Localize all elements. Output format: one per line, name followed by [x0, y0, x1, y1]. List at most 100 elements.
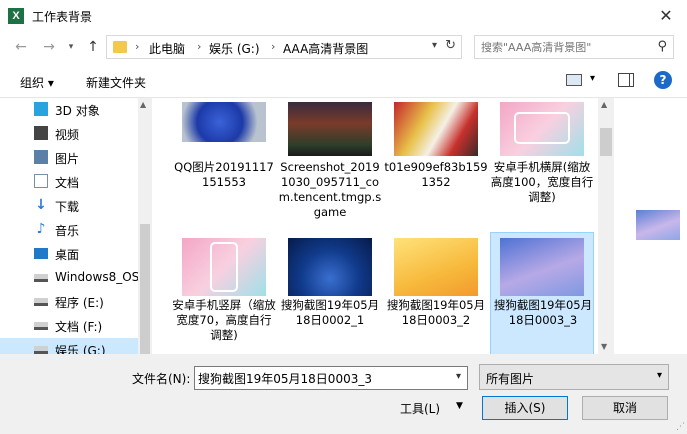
file-tile[interactable]: QQ图片20191117151553: [172, 98, 276, 222]
drive-icon: [34, 346, 48, 354]
download-icon: ↓: [35, 197, 47, 213]
help-icon[interactable]: ?: [654, 71, 672, 89]
file-list: QQ图片20191117151553 Screenshot_20191030_0…: [152, 98, 598, 354]
refresh-icon[interactable]: ↻: [445, 38, 456, 53]
drive-icon: [34, 274, 48, 282]
thumbnail-purple-wave: [500, 238, 584, 296]
recent-locations-icon[interactable]: ▾: [62, 38, 80, 56]
scroll-down-icon[interactable]: ▼: [601, 342, 607, 351]
file-name: 安卓手机竖屏（缩放宽度70，高度自行调整): [172, 298, 276, 342]
search-input[interactable]: [481, 37, 651, 57]
up-arrow-icon[interactable]: ↑: [84, 38, 102, 56]
thumbnail-pink-phone-portrait: [182, 238, 266, 296]
resize-grip-icon[interactable]: ⋰: [676, 422, 685, 432]
filetype-select[interactable]: 所有图片 ▾: [479, 364, 669, 390]
preview-pane-icon[interactable]: [618, 73, 634, 87]
phone-frame-shape: [210, 242, 238, 292]
insert-button[interactable]: 插入(S): [482, 396, 568, 420]
sidebar-item-3d-objects[interactable]: 3D 对象: [0, 98, 138, 122]
preview-image: [636, 210, 680, 240]
close-button[interactable]: ✕: [655, 5, 677, 27]
cube-icon: [34, 102, 48, 116]
file-name: 搜狗截图19年05月18日0002_1: [280, 298, 380, 327]
chevron-right-icon: ›: [271, 40, 276, 53]
filename-field[interactable]: ▾: [194, 366, 468, 390]
navigation-bar: ← → ▾ ↑ › 此电脑 › 娱乐 (G:) › AAA高清背景图 ▾ ↻ ⚲: [0, 32, 687, 62]
chevron-down-icon[interactable]: ▾: [456, 371, 461, 382]
chevron-right-icon: ›: [135, 40, 140, 53]
file-tile[interactable]: 搜狗截图19年05月18日0002_1: [278, 234, 382, 354]
file-list-scrollbar-thumb[interactable]: [600, 128, 612, 156]
breadcrumb-drive-g[interactable]: 娱乐 (G:): [209, 40, 260, 57]
sidebar-item-documents[interactable]: 文档: [0, 170, 138, 194]
picture-icon: [34, 150, 48, 164]
thumbnail-blue-rose: [182, 102, 266, 142]
scroll-up-icon[interactable]: ▲: [601, 100, 607, 109]
filetype-value: 所有图片: [486, 372, 535, 386]
back-arrow-icon[interactable]: ←: [12, 38, 30, 56]
file-tile[interactable]: t01e909ef83b1591352: [384, 98, 488, 222]
thumbnail-pink-phone-landscape: [500, 102, 584, 156]
chevron-down-icon: ▾: [656, 370, 662, 381]
file-tile[interactable]: 搜狗截图19年05月18日0003_2: [384, 234, 488, 354]
breadcrumb-current-folder[interactable]: AAA高清背景图: [283, 40, 368, 57]
sidebar-item-desktop[interactable]: 桌面: [0, 242, 138, 266]
sidebar-item-label: 程序 (E:): [55, 296, 104, 310]
sidebar-item-videos[interactable]: 视频: [0, 122, 138, 146]
chevron-down-icon[interactable]: ▾: [590, 73, 595, 84]
sidebar-item-downloads[interactable]: ↓ 下载: [0, 194, 138, 218]
thumbnail-night-blue: [288, 238, 372, 296]
sidebar-item-windows8-os[interactable]: Windows8_OS: [0, 266, 140, 290]
sidebar-item-label: 文档: [55, 176, 80, 190]
filename-input[interactable]: [198, 368, 448, 388]
phone-frame-shape: [514, 112, 570, 144]
music-icon: ♪: [36, 221, 46, 237]
thumbnail-anime-hero: [394, 102, 478, 156]
sidebar-item-label: 音乐: [55, 224, 80, 238]
forward-arrow-icon[interactable]: →: [40, 38, 58, 56]
sidebar-item-pictures[interactable]: 图片: [0, 146, 138, 170]
sidebar-item-label: 图片: [55, 152, 80, 166]
scroll-up-icon[interactable]: ▲: [140, 100, 146, 109]
chevron-down-icon[interactable]: ▼: [456, 401, 463, 411]
sidebar-item-label: 下载: [55, 200, 80, 214]
thumbnail-game-screenshot: [288, 102, 372, 156]
sidebar-item-label: 文档 (F:): [55, 320, 103, 334]
sidebar-scrollbar-thumb[interactable]: [140, 224, 150, 354]
file-tile[interactable]: 安卓手机横屏(缩放高度100，宽度自行调整): [490, 98, 594, 222]
view-mode-icon[interactable]: [566, 74, 582, 86]
breadcrumb-this-pc[interactable]: 此电脑: [149, 40, 185, 57]
navigation-pane: 3D 对象 视频 图片 文档 ↓ 下载 ♪ 音乐 桌面 Windows8_OS …: [0, 98, 152, 354]
sidebar-item-label: 娱乐 (G:): [55, 344, 106, 354]
sidebar-item-drive-f[interactable]: 文档 (F:): [0, 314, 138, 338]
command-toolbar: 组织 ▾ 新建文件夹 ▾ ?: [0, 62, 687, 98]
sidebar-item-label: 桌面: [55, 248, 80, 262]
sidebar-item-music[interactable]: ♪ 音乐: [0, 218, 138, 242]
new-folder-button[interactable]: 新建文件夹: [86, 74, 146, 91]
sidebar-item-label: Windows8_OS: [55, 270, 140, 284]
organize-button[interactable]: 组织 ▾: [20, 74, 54, 91]
file-tile[interactable]: 安卓手机竖屏（缩放宽度70，高度自行调整): [172, 234, 276, 354]
file-tile[interactable]: Screenshot_20191030_095711_com.tencent.t…: [278, 98, 382, 222]
cancel-button[interactable]: 取消: [582, 396, 668, 420]
file-name: 搜狗截图19年05月18日0003_2: [386, 298, 486, 327]
sidebar-item-drive-e[interactable]: 程序 (E:): [0, 290, 138, 314]
excel-app-icon: X: [8, 8, 24, 24]
address-bar[interactable]: › 此电脑 › 娱乐 (G:) › AAA高清背景图 ▾ ↻: [106, 35, 462, 59]
search-icon[interactable]: ⚲: [657, 39, 667, 54]
preview-pane: [614, 98, 687, 354]
file-tile-selected[interactable]: 搜狗截图19年05月18日0003_3: [490, 232, 594, 354]
drive-icon: [34, 298, 48, 306]
drive-icon: [34, 322, 48, 330]
chevron-down-icon[interactable]: ▾: [432, 40, 437, 51]
sidebar-item-label: 3D 对象: [55, 104, 100, 118]
title-bar: X 工作表背景 ✕: [0, 0, 687, 32]
thumbnail-yellow-gradient: [394, 238, 478, 296]
sidebar-item-drive-g[interactable]: 娱乐 (G:): [0, 338, 138, 354]
search-box[interactable]: ⚲: [474, 35, 674, 59]
file-name: 搜狗截图19年05月18日0003_3: [493, 298, 593, 327]
file-name: Screenshot_20191030_095711_com.tencent.t…: [278, 160, 382, 219]
tools-button[interactable]: 工具(L): [400, 400, 440, 417]
file-name: t01e909ef83b1591352: [384, 160, 488, 189]
file-name: QQ图片20191117151553: [174, 160, 274, 189]
